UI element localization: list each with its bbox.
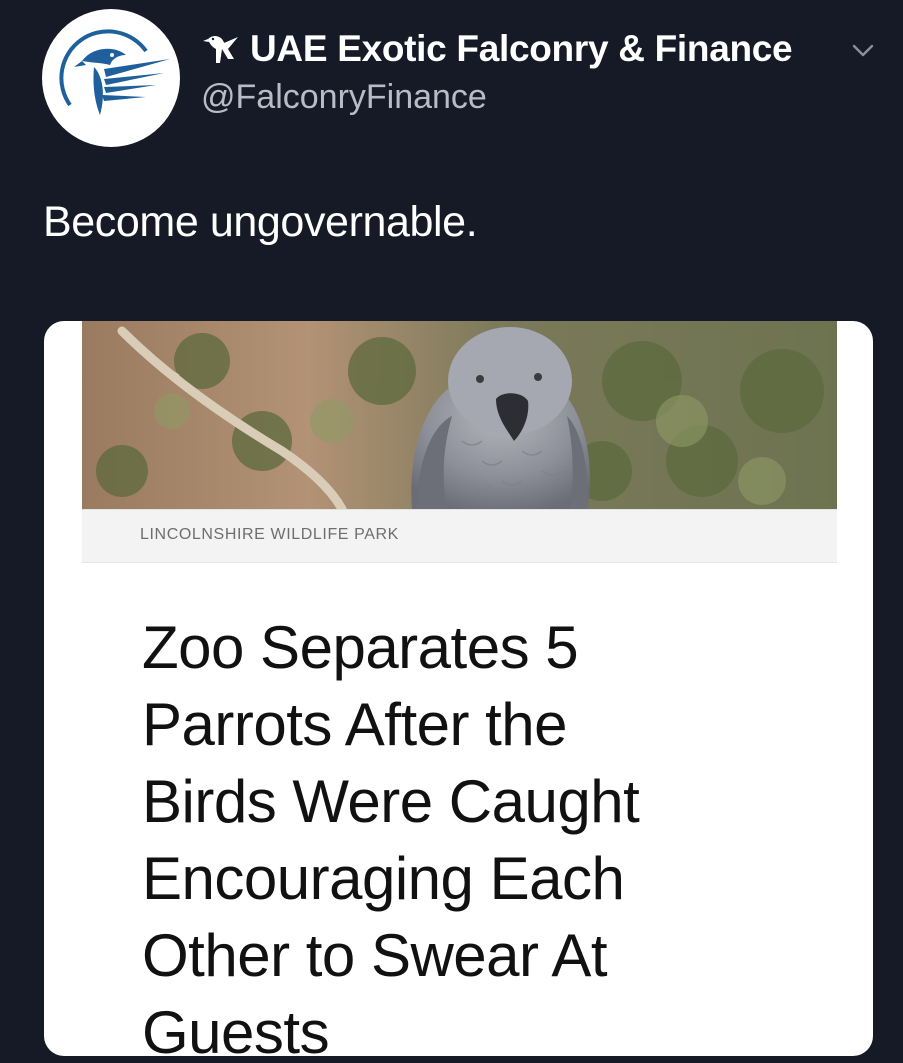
author-handle[interactable]: @FalconryFinance — [201, 78, 487, 117]
link-card[interactable]: LINCOLNSHIRE WILDLIFE PARK Zoo Separates… — [44, 321, 873, 1056]
tweet-text: Become ungovernable. — [43, 198, 478, 246]
author-name-row[interactable]: UAE Exotic Falconry & Finance — [200, 24, 793, 74]
headline-line: Encouraging Each — [142, 845, 625, 912]
author-display-name: UAE Exotic Falconry & Finance — [250, 28, 793, 69]
avatar[interactable] — [42, 9, 180, 147]
headline-line: Birds Were Caught — [142, 768, 640, 835]
card-source-bar: LINCOLNSHIRE WILDLIFE PARK — [82, 509, 837, 563]
headline-line: Guests — [142, 999, 330, 1056]
tweet: UAE Exotic Falconry & Finance @FalconryF… — [0, 0, 903, 1063]
headline-line: Zoo Separates 5 — [142, 614, 579, 681]
card-headline: Zoo Separates 5 Parrots After the Birds … — [142, 609, 832, 1056]
falcon-glyph-icon — [200, 29, 240, 69]
card-image — [82, 321, 837, 509]
headline-line: Parrots After the — [142, 691, 568, 758]
falcon-logo-icon — [45, 12, 177, 144]
chevron-down-icon[interactable] — [848, 38, 878, 64]
headline-line: Other to Swear At — [142, 922, 608, 989]
card-source: LINCOLNSHIRE WILDLIFE PARK — [140, 526, 399, 543]
